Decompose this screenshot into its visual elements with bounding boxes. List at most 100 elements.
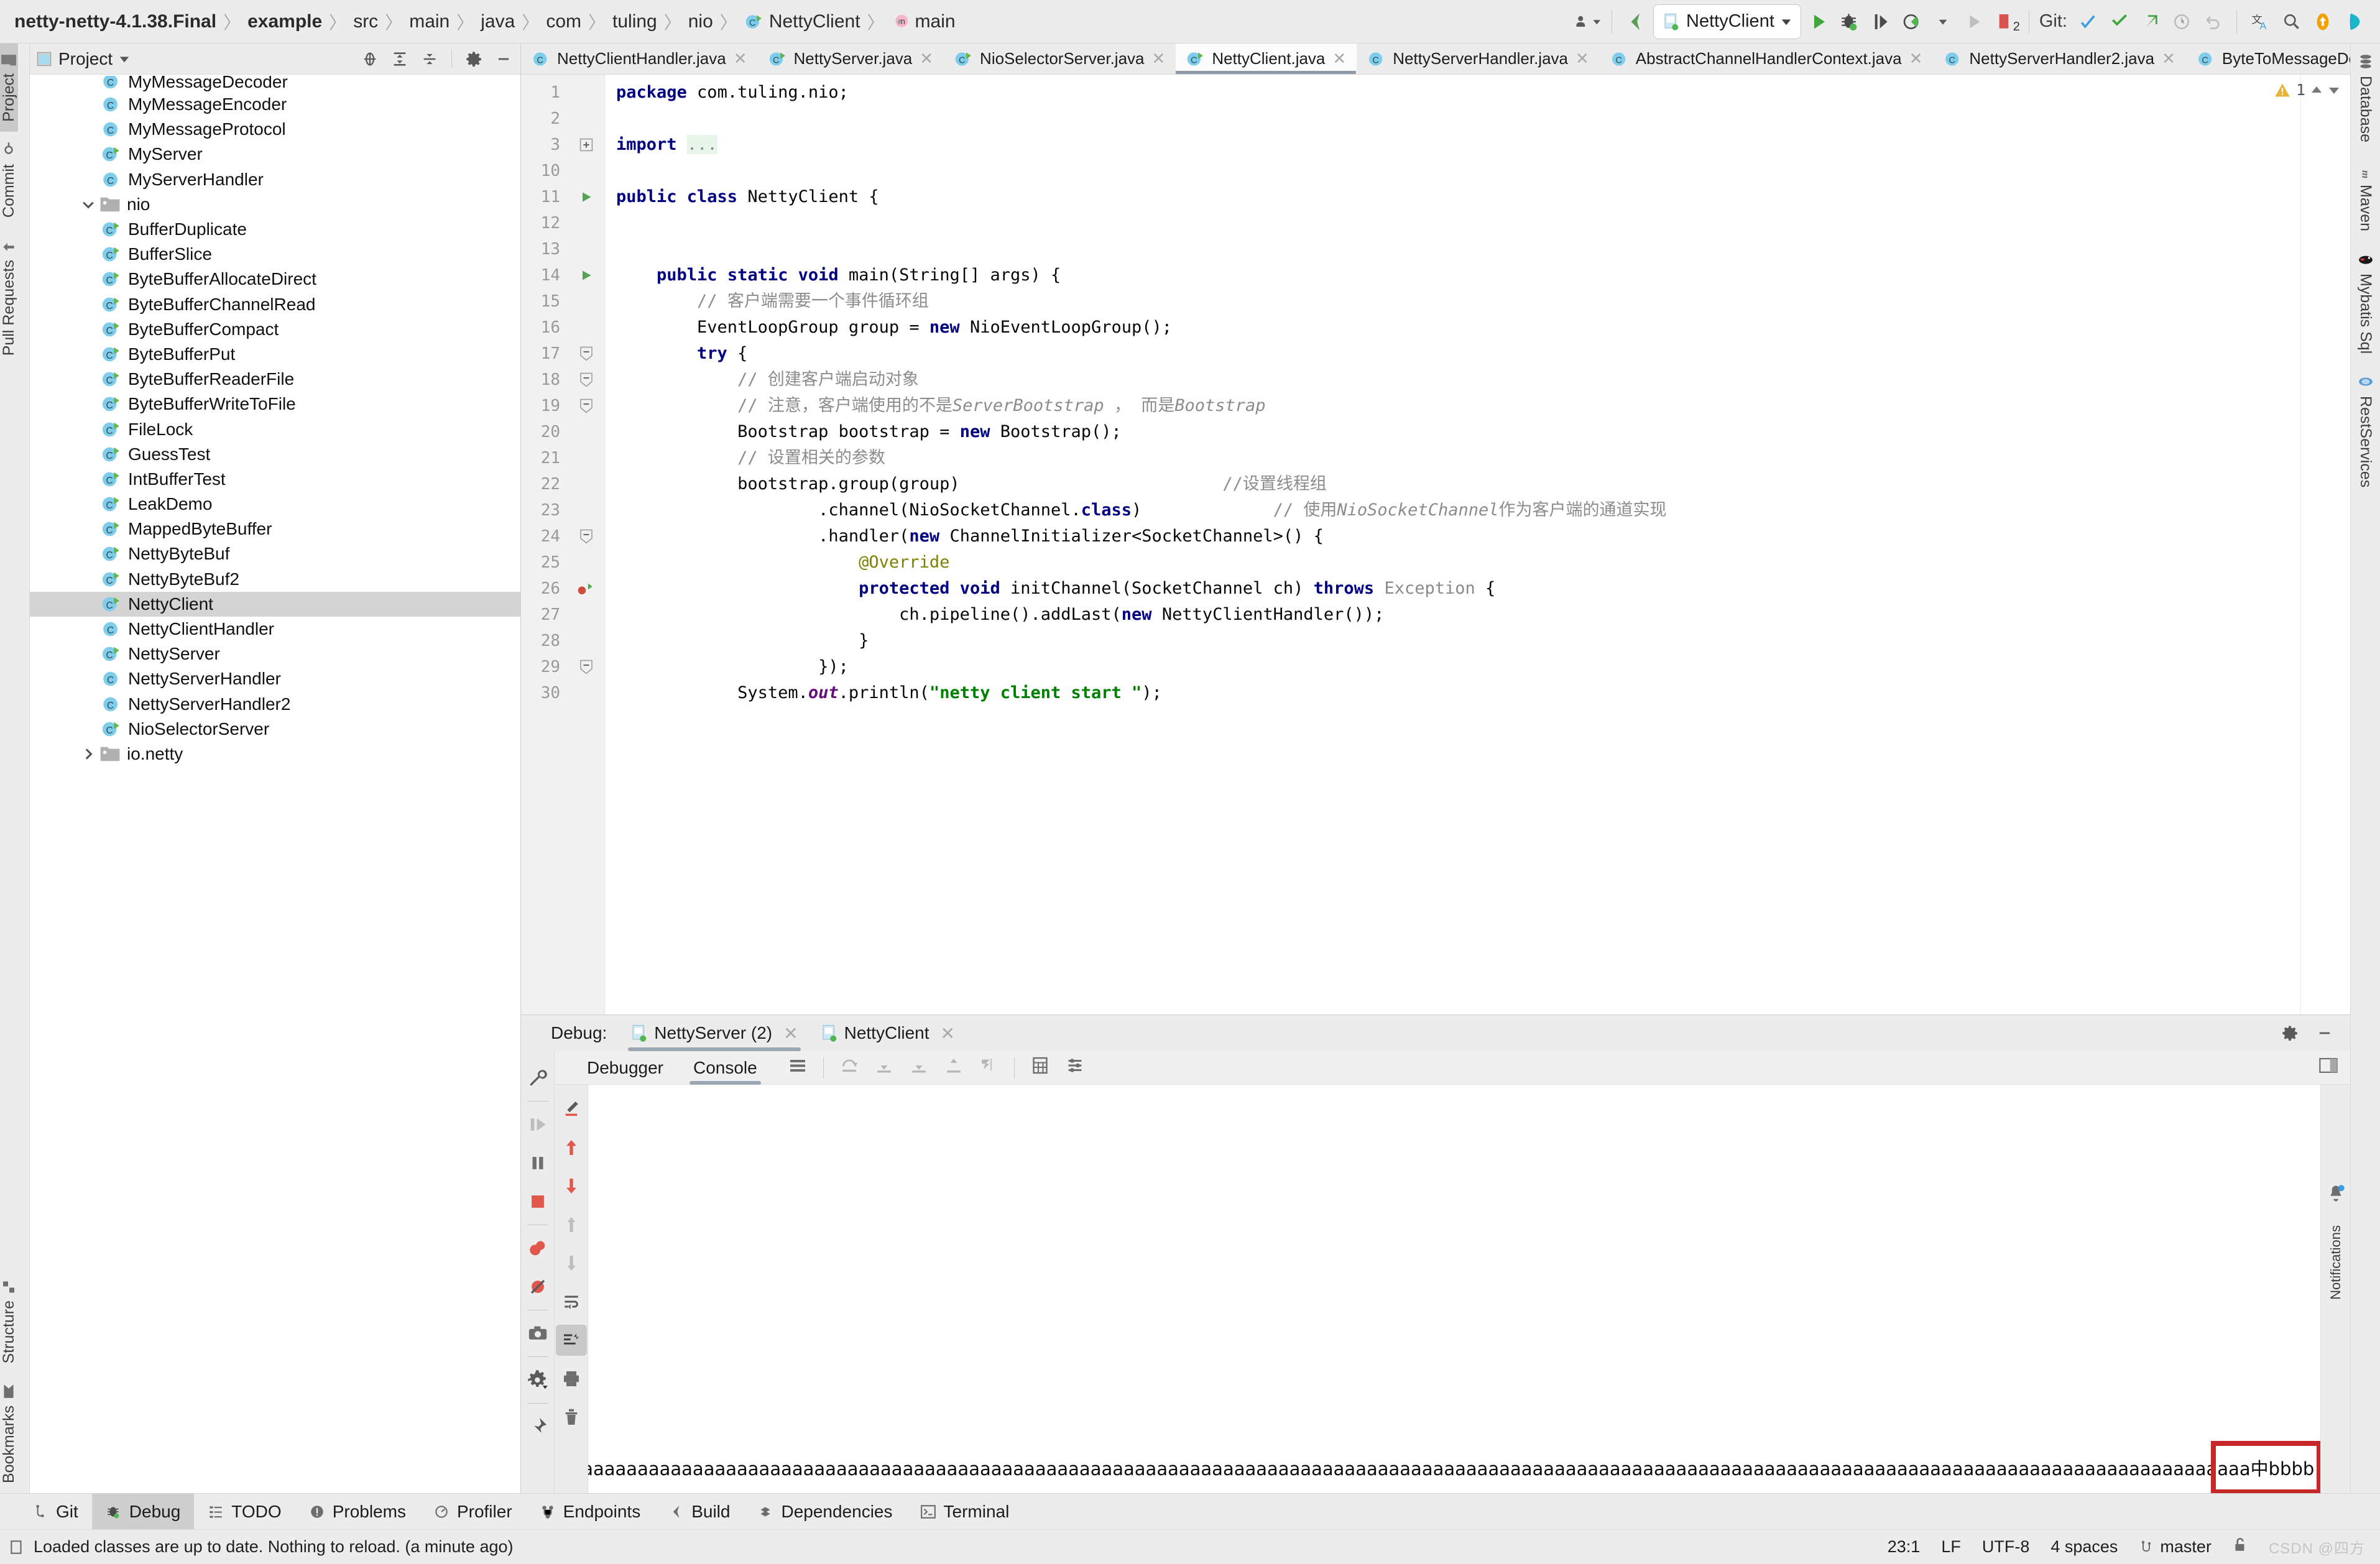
updates-icon[interactable]	[2309, 8, 2336, 35]
tree-node[interactable]: C MyMessageDecoder	[30, 76, 520, 92]
tree-node[interactable]: C ByteBufferCompact	[30, 317, 520, 342]
debug-subtab[interactable]: Console	[678, 1051, 772, 1085]
tool-button-debug[interactable]: Debug	[91, 1493, 195, 1530]
tree-node[interactable]: C NettyServerHandler	[30, 666, 520, 691]
tree-node[interactable]: C ByteBufferAllocateDirect	[30, 267, 520, 292]
editor-marker[interactable]	[568, 628, 604, 654]
editor-marker[interactable]	[568, 80, 604, 106]
encoding[interactable]: UTF-8	[1982, 1537, 2030, 1557]
run-icon[interactable]	[1805, 8, 1832, 35]
camera-icon[interactable]	[522, 1318, 553, 1349]
editor-marker[interactable]	[568, 132, 604, 158]
editor-tab[interactable]: C NettyServerHandler2.java ✕	[1933, 44, 2186, 74]
minimize-icon[interactable]	[2314, 1023, 2335, 1044]
editor-tab[interactable]: C NettyServerHandler.java ✕	[1357, 44, 1600, 74]
tree-node[interactable]: C NettyClientHandler	[30, 617, 520, 642]
soft-wrap-icon[interactable]	[556, 1093, 587, 1125]
editor-marker[interactable]	[568, 236, 604, 262]
close-icon[interactable]: ✕	[1909, 49, 1923, 68]
tree-node[interactable]: C NettyByteBuf2	[30, 567, 520, 592]
editor-marker[interactable]	[568, 106, 604, 132]
ide-icon[interactable]	[2340, 8, 2368, 35]
tree-node[interactable]: C NettyServer	[30, 642, 520, 666]
pin-icon[interactable]	[522, 1411, 553, 1442]
editor-marker[interactable]	[568, 680, 604, 706]
caret-position[interactable]: 23:1	[1888, 1537, 1921, 1557]
chevron-right-icon[interactable]	[77, 747, 99, 761]
git-commit-icon[interactable]	[2106, 8, 2133, 35]
chevron-down-icon[interactable]	[1929, 8, 1957, 35]
breadcrumb-item-7[interactable]: nio	[683, 11, 719, 32]
mute-breakpoints-icon[interactable]	[522, 1271, 553, 1302]
breadcrumb-item-4[interactable]: java	[475, 11, 520, 32]
settings-icon[interactable]	[522, 1364, 553, 1396]
code-editor[interactable]: 1 2 3 10 11 12 13 14 15 16 17 18 19 20 21 22 23 24 25 26 27 2…	[521, 75, 2350, 1014]
close-icon[interactable]: ✕	[920, 49, 933, 68]
close-icon[interactable]: ✕	[2162, 49, 2175, 68]
git-branch[interactable]: master	[2139, 1537, 2212, 1557]
wrap-text-icon[interactable]	[556, 1286, 587, 1317]
sidebar-item-pull-requests[interactable]: Pull Requests	[0, 228, 18, 366]
tree-node[interactable]: C NioSelectorServer	[30, 717, 520, 742]
editor-marker[interactable]	[568, 471, 604, 497]
editor-tab-active[interactable]: C NettyClient.java ✕	[1176, 44, 1357, 74]
debug-icon[interactable]	[1836, 8, 1863, 35]
editor-marker[interactable]	[568, 602, 604, 628]
run-configuration-selector[interactable]: NettyClient	[1653, 4, 1801, 39]
view-breakpoints-icon[interactable]	[522, 1233, 553, 1264]
sidebar-item-structure[interactable]: Structure	[0, 1269, 18, 1373]
search-icon[interactable]	[2278, 8, 2305, 35]
close-icon[interactable]: ✕	[734, 49, 747, 68]
notifications-label[interactable]: Notifications	[2328, 1215, 2344, 1310]
tree-node[interactable]: C MappedByteBuffer	[30, 517, 520, 541]
scroll-down-icon[interactable]	[556, 1171, 587, 1202]
settings-list-icon[interactable]	[1066, 1056, 1084, 1080]
collapse-all-icon[interactable]	[419, 48, 440, 70]
tree-node[interactable]: C MyMessageEncoder	[30, 92, 520, 117]
editor-marker[interactable]	[568, 210, 604, 236]
tree-node[interactable]: C MyServer	[30, 142, 520, 167]
editor-marker[interactable]	[568, 158, 604, 184]
split-view-icon[interactable]	[2319, 1057, 2338, 1079]
chevron-down-icon[interactable]	[119, 53, 130, 65]
editor-marker[interactable]	[568, 497, 604, 523]
tree-node[interactable]: C ByteBufferPut	[30, 342, 520, 367]
project-tree[interactable]: C MyMessageDecoder C MyMessageEncoder C MyMes…	[30, 75, 520, 1493]
tree-node[interactable]: C ByteBufferChannelRead	[30, 292, 520, 317]
tree-node[interactable]: C FileLock	[30, 416, 520, 441]
evaluate-expression-icon[interactable]	[1031, 1056, 1049, 1080]
pause-icon[interactable]	[522, 1148, 553, 1179]
debug-session-tab[interactable]: NettyServer (2) ✕	[619, 1015, 809, 1051]
close-icon[interactable]: ✕	[941, 1023, 955, 1044]
chevron-down-icon[interactable]	[77, 198, 99, 211]
rerun-icon[interactable]	[1867, 8, 1894, 35]
tree-node-selected[interactable]: C NettyClient	[30, 591, 520, 617]
sidebar-item-database[interactable]: Database	[2356, 44, 2374, 152]
tool-button-todo[interactable]: TODO	[194, 1494, 295, 1530]
editor-marker[interactable]	[568, 184, 604, 210]
coverage-icon[interactable]	[1898, 8, 1926, 35]
close-icon[interactable]: ✕	[1152, 49, 1166, 68]
editor-marker[interactable]	[568, 419, 604, 445]
breadcrumb-item-1[interactable]: example	[242, 11, 328, 32]
editor-scroll-marks[interactable]	[2300, 75, 2350, 1014]
editor-marker[interactable]	[568, 341, 604, 367]
editor-tab[interactable]: C AbstractChannelHandlerContext.java ✕	[1600, 44, 1934, 74]
breadcrumb-item-0[interactable]: netty-netty-4.1.38.Final	[9, 11, 222, 32]
notification-bell-icon[interactable]	[2327, 1184, 2345, 1208]
expand-all-icon[interactable]	[389, 48, 410, 70]
editor-tab[interactable]: CByteToMessageDecoder.java✕	[2186, 44, 2350, 74]
editor-marker[interactable]	[568, 288, 604, 315]
tree-node[interactable]: C NettyServerHandler2	[30, 692, 520, 717]
sidebar-item-maven[interactable]: m Maven	[2356, 152, 2374, 241]
wrench-icon[interactable]	[522, 1062, 553, 1093]
tree-node[interactable]: C MyServerHandler	[30, 167, 520, 192]
editor-marker[interactable]	[568, 393, 604, 419]
close-icon[interactable]: ✕	[1332, 49, 1346, 68]
tree-node[interactable]: C BufferDuplicate	[30, 217, 520, 242]
tool-button-build[interactable]: Build	[654, 1494, 744, 1530]
sidebar-item-commit[interactable]: Commit	[0, 132, 18, 228]
tree-node[interactable]: C LeakDemo	[30, 492, 520, 517]
tree-node[interactable]: C NettyByteBuf	[30, 541, 520, 566]
gear-icon[interactable]	[2279, 1023, 2300, 1044]
